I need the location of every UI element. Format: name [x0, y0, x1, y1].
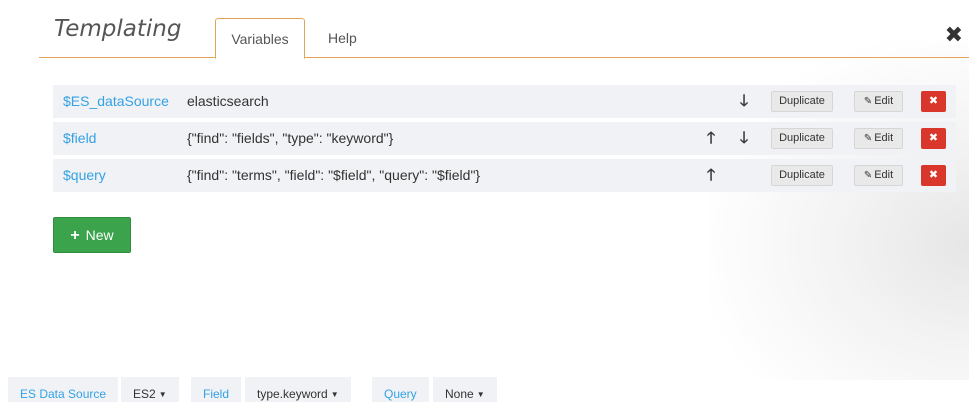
delete-button[interactable]: ✖ [921, 128, 946, 149]
variable-query: {"find": "fields", "type": "keyword"} [187, 130, 394, 146]
move-up-icon[interactable]: 🡑 [703, 159, 719, 192]
variable-name-link[interactable]: $query [63, 159, 106, 192]
caret-down-icon: ▼ [330, 390, 339, 399]
caret-down-icon: ▼ [476, 390, 485, 399]
move-down-icon[interactable]: 🡓 [736, 85, 752, 118]
delete-button[interactable]: ✖ [921, 91, 946, 112]
submenu-label-query[interactable]: Query [372, 377, 429, 402]
new-variable-button[interactable]: + New [53, 217, 131, 253]
move-down-icon[interactable]: 🡓 [736, 122, 752, 155]
variable-row: $query {"find": "terms", "field": "$fiel… [53, 159, 956, 192]
pencil-square-icon: ✎ [863, 170, 873, 181]
caret-down-icon: ▼ [158, 390, 167, 399]
duplicate-button[interactable]: Duplicate [771, 165, 833, 186]
variable-name-link[interactable]: $ES_dataSource [63, 85, 169, 118]
edit-button-label: Edit [874, 132, 894, 144]
tab-variables[interactable]: Variables [215, 18, 305, 59]
submenu-value-es-data-source[interactable]: ES2 ▼ [121, 377, 179, 402]
edit-button-label: Edit [874, 95, 894, 107]
submenu-value-field[interactable]: type.keyword ▼ [245, 377, 351, 402]
move-up-icon[interactable]: 🡑 [703, 122, 719, 155]
variable-query: {"find": "terms", "field": "$field", "qu… [187, 167, 481, 183]
variable-row: $field {"find": "fields", "type": "keywo… [53, 122, 956, 155]
edit-button-label: Edit [874, 169, 894, 181]
templating-header: Templating Variables Help ✖ [39, 0, 969, 59]
submenu-label-es-data-source[interactable]: ES Data Source [8, 377, 119, 402]
variable-row: $ES_dataSource elasticsearch 🡓 Duplicate… [53, 85, 956, 118]
edit-button[interactable]: ✎ Edit [854, 91, 903, 112]
plus-icon: + [70, 227, 80, 244]
duplicate-button[interactable]: Duplicate [771, 128, 833, 149]
new-button-label: New [85, 227, 114, 243]
submenu-value-query[interactable]: None ▼ [433, 377, 497, 402]
variable-query: elasticsearch [187, 93, 269, 109]
submenu-value-text: type.keyword [257, 387, 328, 401]
submenu-value-text: None [445, 387, 474, 401]
close-icon[interactable]: ✖ [945, 22, 963, 48]
variable-name-link[interactable]: $field [63, 122, 96, 155]
duplicate-button[interactable]: Duplicate [771, 91, 833, 112]
pencil-square-icon: ✎ [863, 96, 873, 107]
delete-button[interactable]: ✖ [921, 165, 946, 186]
submenu-value-text: ES2 [133, 387, 156, 401]
tab-help[interactable]: Help [313, 18, 372, 59]
edit-button[interactable]: ✎ Edit [854, 128, 903, 149]
page-title: Templating [54, 16, 182, 42]
pencil-square-icon: ✎ [863, 133, 873, 144]
edit-button[interactable]: ✎ Edit [854, 165, 903, 186]
submenu-label-field[interactable]: Field [191, 377, 242, 402]
